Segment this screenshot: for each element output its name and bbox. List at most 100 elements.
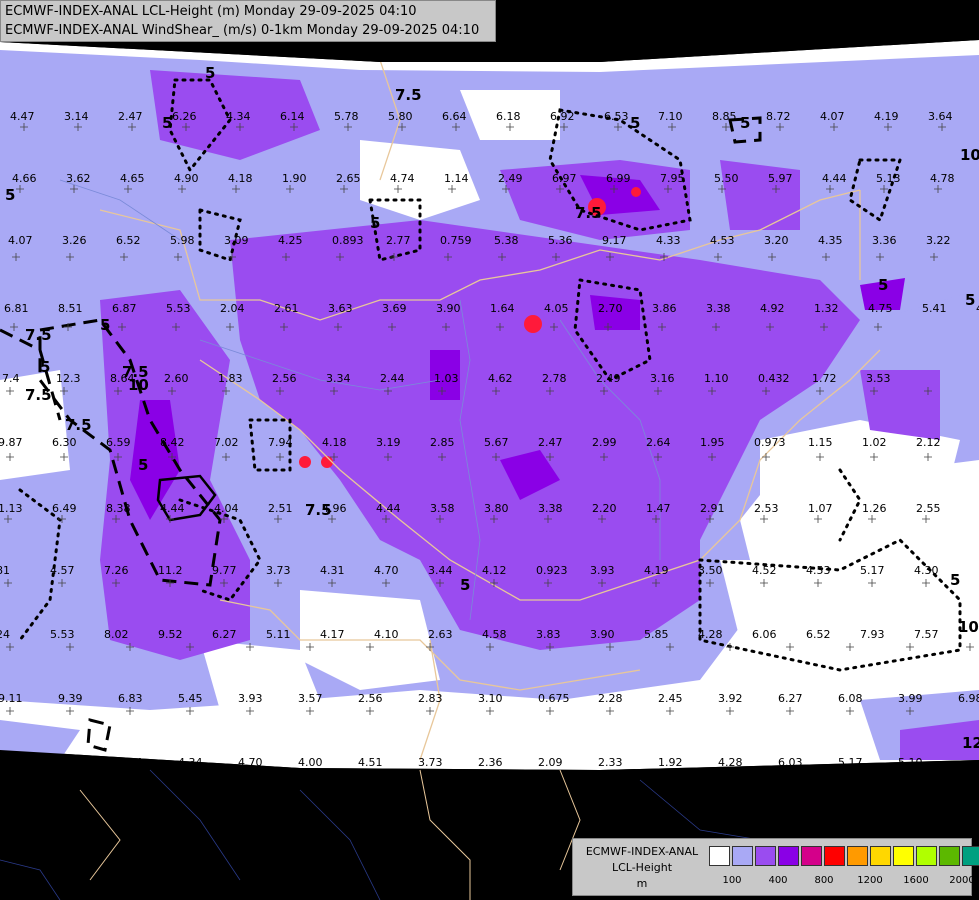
grid-value-label: 2.85 [430,436,455,449]
grid-value-label: 2.28 [598,692,623,705]
grid-value-label: 5.36 [548,234,573,247]
legend-swatch [755,846,776,866]
grid-value-label: 1.03 [434,372,459,385]
grid-value-label: 6.08 [838,692,863,705]
grid-value-label: 3.36 [872,234,897,247]
grid-value-label: 5.53 [50,628,75,641]
grid-value-label: 2.91 [700,502,725,515]
grid-value-label: 7.26 [104,564,129,577]
contour-label: 5 [100,316,110,334]
grid-value-label: 4.35 [818,234,843,247]
grid-value-label: 3.80 [484,502,509,515]
grid-value-label: 1.26 [862,502,887,515]
grid-value-label: 24 [0,628,10,641]
grid-value-label: 3.09 [224,234,249,247]
grid-value-label: 4.78 [930,172,955,185]
grid-value-label: 7.10 [658,110,683,123]
grid-value-label: 3.86 [652,302,677,315]
grid-value-label: 5.13 [876,172,901,185]
color-legend: ECMWF-INDEX-ANAL LCL-Height m 100 400 800 1… [572,838,979,896]
grid-value-label: 4.30 [914,564,939,577]
grid-value-label: 4.28 [698,628,723,641]
grid-value-label: 4.33 [656,234,681,247]
grid-value-label: 1.95 [700,436,725,449]
grid-value-label: 1.90 [282,172,307,185]
grid-value-label: 4.44 [160,502,185,515]
grid-value-label: 4.74 [390,172,415,185]
grid-value-label: 5.45 [178,692,203,705]
grid-value-label: 3.73 [266,564,291,577]
grid-value-label: 9.77 [212,564,237,577]
contour-label: 10 [958,618,979,636]
grid-value-label: 0.893 [332,234,364,247]
grid-value-label: 3.10 [478,692,503,705]
grid-value-label: 2.44 [380,372,405,385]
grid-value-label: 6.52 [806,628,831,641]
contour-label: 5 [40,358,50,376]
grid-value-label: 7.94 [268,436,293,449]
grid-value-label: 11.2 [158,564,183,577]
grid-value-label: 2.12 [916,436,941,449]
grid-value-label: 2.60 [164,372,189,385]
grid-value-label: 5.50 [714,172,739,185]
legend-tick-label: 800 [814,875,834,886]
grid-value-label: 3.90 [590,628,615,641]
grid-value-label: 3.38 [706,302,731,315]
contour-label: 5 [460,576,470,594]
grid-value-label: 4.58 [482,628,507,641]
grid-value-label: 81 [0,564,10,577]
grid-value-label: 9.17 [602,234,627,247]
grid-value-label: 4.65 [120,172,145,185]
grid-value-label: 2.47 [538,436,563,449]
grid-value-label: 4.47 [10,110,35,123]
grid-value-label: 8.72 [766,110,791,123]
grid-value-label: 1.32 [814,302,839,315]
grid-value-label: 6.99 [606,172,631,185]
grid-value-label: 6.18 [496,110,521,123]
grid-value-label: 3.20 [764,234,789,247]
weather-map: 57.5557.557.557.5557.5107.5551012.510557… [0,0,979,900]
grid-value-label: 7.02 [214,436,239,449]
grid-value-label: 3.14 [64,110,89,123]
grid-value-label: 3.22 [926,234,951,247]
grid-value-label: 2.49 [498,172,523,185]
legend-tick-label: 400 [768,875,788,886]
grid-value-label: 2.61 [274,302,299,315]
grid-value-label: 1.15 [808,436,833,449]
grid-value-label: 9.52 [158,628,183,641]
grid-value-label: 4.44 [822,172,847,185]
grid-value-label: 5.98 [170,234,195,247]
grid-value-label: 9.39 [58,692,83,705]
grid-value-label: 4.19 [644,564,669,577]
grid-value-label: 8.38 [106,502,131,515]
grid-value-label: 2.04 [220,302,245,315]
legend-swatch [916,846,937,866]
grid-value-label: 3.62 [66,172,91,185]
grid-value-label: 6.52 [116,234,141,247]
grid-value-label: 2.09 [538,756,563,769]
grid-value-label: 4.07 [8,234,33,247]
grid-value-label: 1.02 [862,436,887,449]
grid-value-label: 0.973 [754,436,786,449]
contour-label: 10 [960,146,979,164]
grid-value-label: 6.87 [112,302,137,315]
grid-value-label: 6.97 [552,172,577,185]
grid-value-label: 8.02 [104,628,129,641]
contour-label: 12.5 [962,734,979,752]
grid-value-label: 6.49 [52,502,77,515]
grid-value-label: 1.92 [658,756,683,769]
grid-value-label: 1.07 [808,502,833,515]
grid-value-label: 4.90 [174,172,199,185]
grid-value-label: 6.30 [52,436,77,449]
grid-value-label: 4.04 [214,502,239,515]
grid-value-label: 3.92 [718,692,743,705]
legend-swatch [801,846,822,866]
grid-value-label: 3.90 [436,302,461,315]
grid-value-label: 3.19 [376,436,401,449]
grid-value-label: 3.50 [698,564,723,577]
grid-value-label: 5.67 [484,436,509,449]
grid-value-label: 4.66 [12,172,37,185]
grid-value-label: 4.92 [760,302,785,315]
grid-value-label: 4.62 [488,372,513,385]
grid-value-label: 5.78 [334,110,359,123]
